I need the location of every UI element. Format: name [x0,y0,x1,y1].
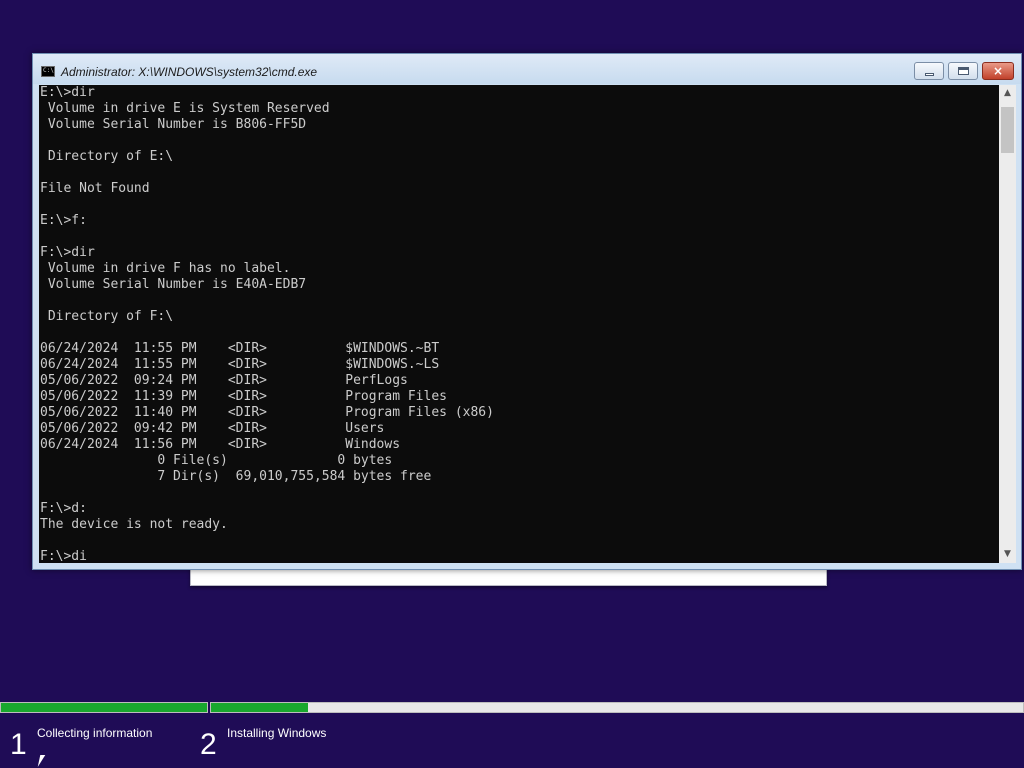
step-label: Collecting information [37,726,153,740]
scroll-thumb[interactable] [1001,107,1014,153]
close-button[interactable]: × [982,62,1014,80]
close-icon: × [992,64,1004,78]
progress-segment-installing [210,702,1024,713]
progress-fill [211,703,309,712]
step-number: 2 [200,728,217,761]
step-number: 1 [10,728,27,761]
console-output[interactable]: E:\>dir Volume in drive E is System Rese… [39,85,999,563]
step-label: Installing Windows [227,726,327,740]
minimize-button[interactable] [914,62,944,80]
scroll-up-icon[interactable]: ▲ [999,85,1016,102]
progress-fill [1,703,207,712]
setup-progress-bar [0,702,1024,713]
scroll-down-icon[interactable]: ▼ [999,546,1016,563]
progress-segment-collecting [0,702,208,713]
title-bar[interactable]: C:\ Administrator: X:\WINDOWS\system32\c… [33,54,1021,84]
mouse-pointer-icon [37,755,46,767]
window-title: Administrator: X:\WINDOWS\system32\cmd.e… [61,65,318,79]
maximize-button[interactable] [948,62,978,80]
cmd-window: C:\ Administrator: X:\WINDOWS\system32\c… [32,53,1022,570]
vertical-scrollbar[interactable]: ▲ ▼ [999,85,1016,563]
maximize-icon [949,63,977,79]
minimize-icon [915,63,943,79]
console-text: E:\>dir Volume in drive E is System Rese… [40,85,494,563]
cmd-app-icon: C:\ [41,66,55,77]
